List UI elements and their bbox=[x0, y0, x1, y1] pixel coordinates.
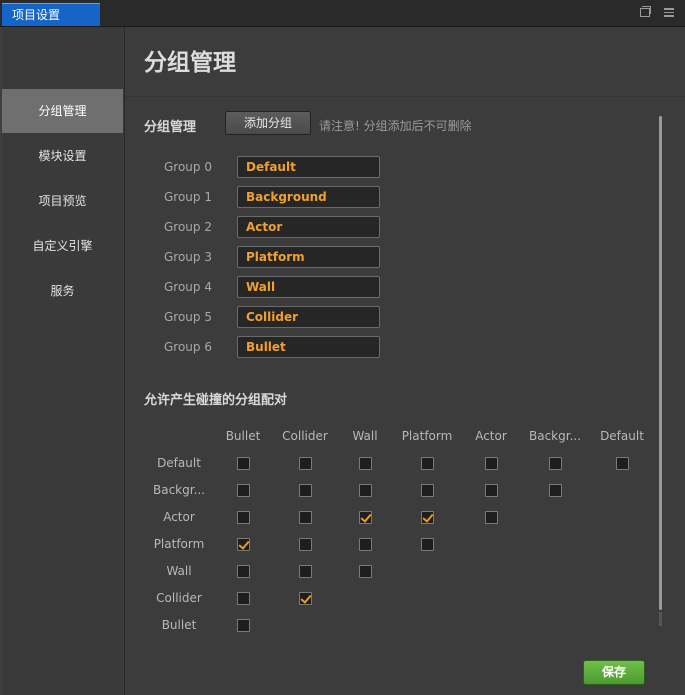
collision-checkbox[interactable] bbox=[359, 457, 372, 470]
collision-checkbox[interactable] bbox=[359, 511, 372, 524]
group-label: Group 4 bbox=[164, 280, 212, 294]
collision-checkbox[interactable] bbox=[421, 511, 434, 524]
group-name-input[interactable]: Collider bbox=[237, 306, 380, 328]
collision-checkbox[interactable] bbox=[299, 457, 312, 470]
matrix-row-header: Default bbox=[157, 456, 201, 470]
group-name-input[interactable]: Bullet bbox=[237, 336, 380, 358]
collision-checkbox[interactable] bbox=[485, 484, 498, 497]
group-label: Group 1 bbox=[164, 190, 212, 204]
group-name-input[interactable]: Actor bbox=[237, 216, 380, 238]
matrix-column-header: Wall bbox=[352, 429, 378, 443]
collision-checkbox[interactable] bbox=[237, 484, 250, 497]
maximize-icon[interactable] bbox=[638, 6, 652, 20]
group-label: Group 2 bbox=[164, 220, 212, 234]
matrix-row-header: Actor bbox=[163, 510, 195, 524]
collision-checkbox[interactable] bbox=[237, 538, 250, 551]
scrollbar[interactable] bbox=[659, 116, 662, 610]
matrix-column-header: Platform bbox=[401, 429, 453, 443]
matrix-row-header: Platform bbox=[153, 537, 205, 551]
collision-checkbox[interactable] bbox=[299, 484, 312, 497]
collision-checkbox[interactable] bbox=[237, 511, 250, 524]
matrix-row-header: Bullet bbox=[161, 618, 197, 632]
scrollbar-track-end bbox=[659, 612, 662, 626]
page-title: 分组管理 bbox=[144, 50, 236, 76]
collision-checkbox[interactable] bbox=[237, 619, 250, 632]
hint-text: 请注意! 分组添加后不可删除 bbox=[319, 119, 472, 133]
collision-checkbox[interactable] bbox=[485, 457, 498, 470]
group-label: Group 0 bbox=[164, 160, 212, 174]
collision-checkbox[interactable] bbox=[359, 538, 372, 551]
title-bar: 项目设置 bbox=[0, 0, 685, 27]
save-button[interactable]: 保存 bbox=[583, 660, 645, 685]
collision-checkbox[interactable] bbox=[421, 457, 434, 470]
group-section-label: 分组管理 bbox=[144, 120, 197, 135]
collision-checkbox[interactable] bbox=[299, 511, 312, 524]
matrix-column-header: Bullet bbox=[225, 429, 261, 443]
collision-checkbox[interactable] bbox=[421, 484, 434, 497]
title-divider bbox=[125, 96, 685, 97]
matrix-column-header: Actor bbox=[475, 429, 507, 443]
group-label: Group 5 bbox=[164, 310, 212, 324]
matrix-row-header: Wall bbox=[166, 564, 192, 578]
sidebar-item-services[interactable]: 服务 bbox=[2, 269, 123, 313]
collision-checkbox[interactable] bbox=[237, 592, 250, 605]
collision-checkbox[interactable] bbox=[237, 457, 250, 470]
group-name-input[interactable]: Background bbox=[237, 186, 380, 208]
matrix-column-header: Backgr... bbox=[528, 429, 582, 443]
group-label: Group 3 bbox=[164, 250, 212, 264]
add-group-button[interactable]: 添加分组 bbox=[225, 111, 311, 135]
matrix-row-header: Backgr... bbox=[152, 483, 206, 497]
group-name-input[interactable]: Platform bbox=[237, 246, 380, 268]
sidebar-item-module-settings[interactable]: 模块设置 bbox=[2, 134, 123, 178]
sidebar: 分组管理 模块设置 项目预览 自定义引擎 服务 bbox=[2, 27, 125, 695]
collision-checkbox[interactable] bbox=[485, 511, 498, 524]
collision-checkbox[interactable] bbox=[299, 565, 312, 578]
sidebar-item-custom-engine[interactable]: 自定义引擎 bbox=[2, 224, 123, 268]
collision-checkbox[interactable] bbox=[299, 592, 312, 605]
collision-checkbox[interactable] bbox=[616, 457, 629, 470]
collision-checkbox[interactable] bbox=[237, 565, 250, 578]
group-label: Group 6 bbox=[164, 340, 212, 354]
tab-project-settings[interactable]: 项目设置 bbox=[2, 3, 100, 26]
collision-checkbox[interactable] bbox=[421, 538, 434, 551]
matrix-row-header: Collider bbox=[156, 591, 202, 605]
menu-icon[interactable] bbox=[662, 6, 676, 20]
group-name-input[interactable]: Default bbox=[237, 156, 380, 178]
collision-checkbox[interactable] bbox=[359, 484, 372, 497]
collision-section-label: 允许产生碰撞的分组配对 bbox=[144, 393, 288, 408]
group-name-input[interactable]: Wall bbox=[237, 276, 380, 298]
collision-checkbox[interactable] bbox=[549, 457, 562, 470]
matrix-column-header: Default bbox=[600, 429, 644, 443]
sidebar-item-project-preview[interactable]: 项目预览 bbox=[2, 179, 123, 223]
collision-checkbox[interactable] bbox=[549, 484, 562, 497]
collision-checkbox[interactable] bbox=[359, 565, 372, 578]
collision-checkbox[interactable] bbox=[299, 538, 312, 551]
sidebar-item-group-management[interactable]: 分组管理 bbox=[2, 89, 123, 133]
